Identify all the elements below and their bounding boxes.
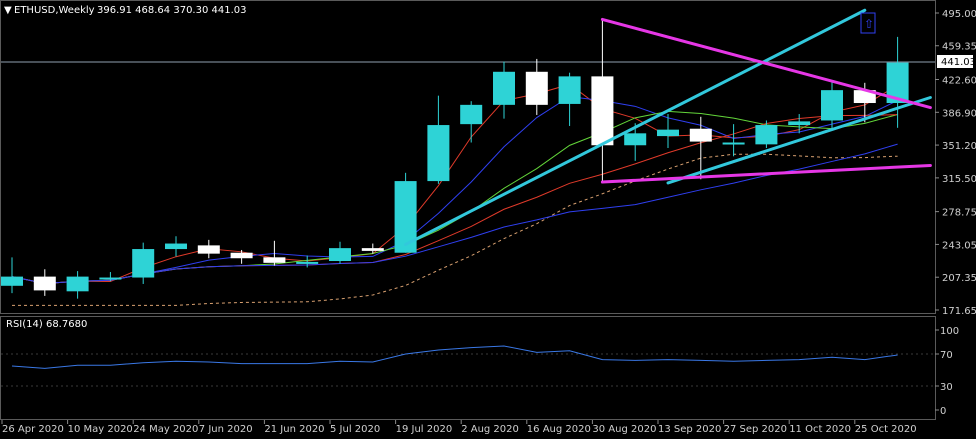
time-tick-label: 21 Jun 2020 [264, 424, 324, 435]
price-tick-label: 171.65 [942, 306, 976, 317]
candle-body [722, 142, 745, 145]
candle-body [460, 104, 483, 125]
current-price-label: 441.03 [941, 57, 976, 68]
candle-body [493, 71, 515, 105]
candle-body [1, 276, 23, 286]
candle-body [99, 277, 122, 280]
candle-body [755, 125, 778, 145]
price-tick-label: 459.35 [942, 42, 976, 53]
candle-body [361, 248, 384, 251]
chart-background [0, 0, 976, 439]
price-tick-label: 351.20 [942, 141, 976, 152]
candle-body [197, 245, 220, 254]
price-tick-label: 386.90 [942, 108, 976, 119]
time-tick-label: 19 Jul 2020 [396, 424, 453, 435]
price-tick-label: 243.05 [942, 240, 976, 251]
candle-body [788, 121, 811, 126]
candle-body [296, 261, 319, 264]
rsi-tick-label: 100 [940, 326, 959, 337]
rsi-tick-label: 70 [940, 350, 953, 361]
time-tick-label: 11 Oct 2020 [789, 424, 851, 435]
candle-body [657, 129, 679, 137]
candle-body [33, 276, 56, 291]
candle-body [263, 257, 286, 263]
price-tick-label: 495.00 [942, 9, 976, 20]
candle-body [165, 243, 187, 250]
candle-body [427, 125, 450, 182]
price-tick-label: 422.60 [942, 76, 976, 87]
candle-body [591, 76, 614, 146]
chart-symbol: ETHUSD,Weekly [14, 5, 95, 16]
candle-body [525, 71, 548, 105]
time-tick-label: 16 Aug 2020 [527, 424, 591, 435]
time-tick-label: 24 May 2020 [133, 424, 198, 435]
time-tick-label: 27 Sep 2020 [724, 424, 787, 435]
candle-body [66, 276, 89, 292]
rsi-label: RSI(14) 68.7680 [6, 319, 87, 330]
candle-body [329, 248, 351, 261]
time-tick-label: 2 Aug 2020 [461, 424, 519, 435]
candle-body [230, 252, 253, 259]
time-tick-label: 26 Apr 2020 [2, 424, 64, 435]
price-tick-label: 207.35 [942, 273, 976, 284]
candle-body [132, 249, 155, 278]
rsi-tick-label: 30 [940, 382, 953, 393]
candle-body [624, 133, 647, 146]
price-tick-label: 315.50 [942, 174, 976, 185]
candle-body [821, 90, 843, 121]
price-chart[interactable]: ▼ ETHUSD,Weekly 396.91 468.64 370.30 441… [0, 0, 976, 439]
candle-body [689, 128, 712, 142]
rsi-tick-label: 0 [940, 406, 946, 417]
time-tick-label: 25 Oct 2020 [855, 424, 917, 435]
time-tick-label: 10 May 2020 [68, 424, 133, 435]
time-tick-label: 13 Sep 2020 [658, 424, 721, 435]
time-tick-label: 7 Jun 2020 [199, 424, 253, 435]
current-price-marker: 441.03 [937, 55, 976, 68]
ohlc-readout: 396.91 468.64 370.30 441.03 [97, 5, 247, 16]
chart-symbol-arrow: ▼ [4, 5, 12, 16]
price-tick-label: 278.75 [942, 208, 976, 219]
time-tick-label: 5 Jul 2020 [330, 424, 380, 435]
time-tick-label: 30 Aug 2020 [592, 424, 656, 435]
up-arrow-icon: ⇧ [864, 17, 874, 31]
candle-body [558, 76, 581, 104]
